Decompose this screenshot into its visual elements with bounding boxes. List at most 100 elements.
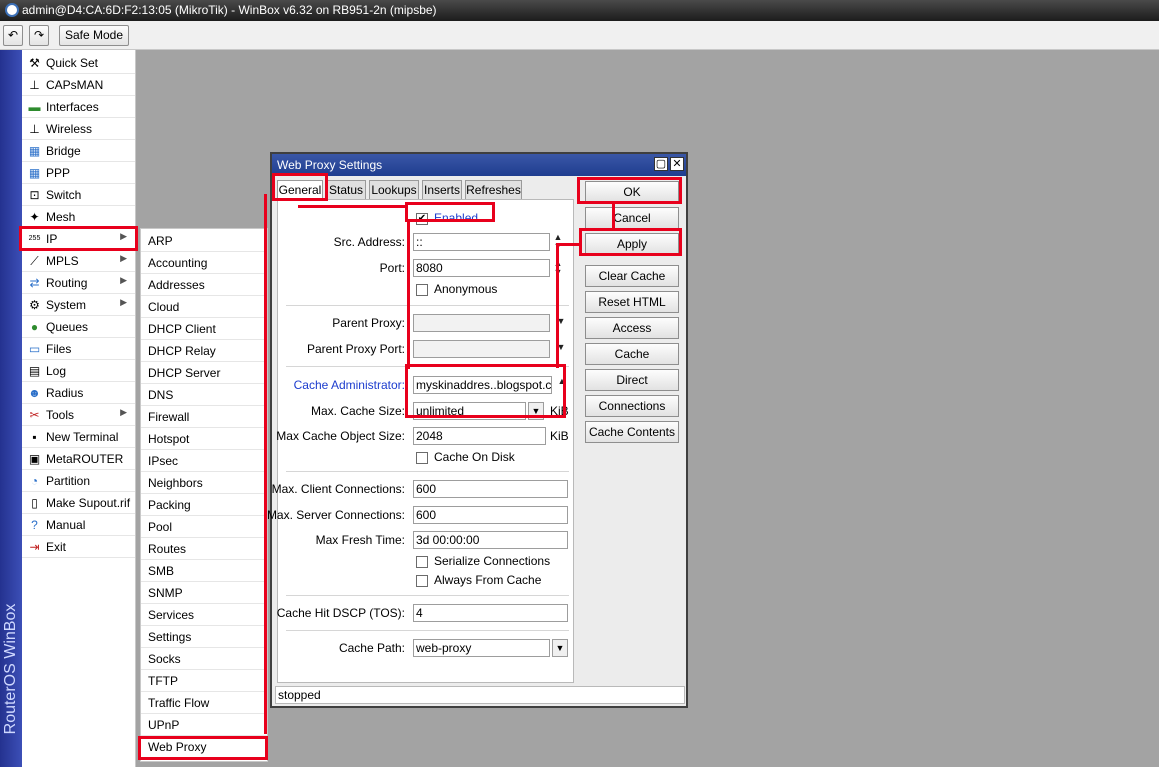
submenu-item-firewall[interactable]: Firewall [141, 406, 267, 428]
dropdown-icon: ▼ [555, 643, 565, 653]
annotation-box-ip [19, 226, 138, 251]
redo-button[interactable]: ↷ [29, 25, 49, 46]
safe-mode-button[interactable]: Safe Mode [59, 25, 129, 46]
menu-item-mpls[interactable]: ⟋ MPLS ▶ [22, 250, 135, 272]
serialize-connections-checkbox[interactable] [416, 556, 428, 568]
menu-item-interfaces[interactable]: ▬ Interfaces [22, 96, 135, 118]
submenu-arrow-icon: ▶ [120, 275, 127, 285]
submenu-item-dhcp-server[interactable]: DHCP Server [141, 362, 267, 384]
reset-html-button[interactable]: Reset HTML [585, 291, 679, 313]
menu-item-exit[interactable]: ⇥ Exit [22, 536, 135, 558]
menu-item-quick-set[interactable]: ⚒ Quick Set [22, 52, 135, 74]
clear-cache-button[interactable]: Clear Cache [585, 265, 679, 287]
cache-on-disk-checkbox[interactable] [416, 452, 428, 464]
max-fresh-time-input[interactable]: 3d 00:00:00 [413, 531, 568, 549]
connections-button[interactable]: Connections [585, 395, 679, 417]
max-server-connections-input[interactable]: 600 [413, 506, 568, 524]
src-address-label: Src. Address: [333, 235, 405, 249]
parent-proxy-input[interactable] [413, 314, 550, 332]
parent-proxy-port-label: Parent Proxy Port: [306, 342, 405, 356]
submenu-item-settings[interactable]: Settings [141, 626, 267, 648]
switch-icon: ⊡ [29, 188, 40, 202]
submenu-item-accounting[interactable]: Accounting [141, 252, 267, 274]
submenu-item-smb[interactable]: SMB [141, 560, 267, 582]
menu-item-system[interactable]: ⚙ System ▶ [22, 294, 135, 316]
menu-item-queues[interactable]: ● Queues [22, 316, 135, 338]
menu-item-switch[interactable]: ⊡ Switch [22, 184, 135, 206]
submenu-item-ipsec[interactable]: IPsec [141, 450, 267, 472]
menu-item-capsman[interactable]: ⊥ CAPsMAN [22, 74, 135, 96]
menu-item-wireless[interactable]: ⊥ Wireless [22, 118, 135, 140]
quick-set-icon: ⚒ [29, 56, 40, 70]
submenu-item-dhcp-client[interactable]: DHCP Client [141, 318, 267, 340]
menu-item-radius[interactable]: ☻ Radius [22, 382, 135, 404]
tab-refreshes[interactable]: Refreshes [465, 180, 522, 200]
menu-item-manual[interactable]: ? Manual [22, 514, 135, 536]
menu-item-files[interactable]: ▭ Files [22, 338, 135, 360]
max-client-connections-label: Max. Client Connections: [271, 482, 405, 496]
menu-item-mesh[interactable]: ✦ Mesh [22, 206, 135, 228]
port-input[interactable]: 8080 [413, 259, 550, 277]
cache-administrator-label: Cache Administrator: [293, 378, 405, 392]
menu-item-routing[interactable]: ⇄ Routing ▶ [22, 272, 135, 294]
submenu-item-dhcp-relay[interactable]: DHCP Relay [141, 340, 267, 362]
anonymous-checkbox[interactable] [416, 284, 428, 296]
submenu-item-upnp[interactable]: UPnP [141, 714, 267, 736]
menu-item-new-terminal[interactable]: ▪ New Terminal [22, 426, 135, 448]
always-from-cache-checkbox[interactable] [416, 575, 428, 587]
restore-icon[interactable]: ▢ [654, 157, 668, 171]
submenu-item-routes[interactable]: Routes [141, 538, 267, 560]
access-button[interactable]: Access [585, 317, 679, 339]
redo-icon: ↷ [33, 28, 45, 42]
cache-path-dropdown[interactable]: ▼ [552, 639, 568, 657]
tab-lookups[interactable]: Lookups [369, 180, 419, 200]
max-client-connections-input[interactable]: 600 [413, 480, 568, 498]
undo-icon: ↶ [7, 28, 19, 42]
separator [286, 305, 569, 306]
submenu-item-traffic-flow[interactable]: Traffic Flow [141, 692, 267, 714]
src-address-input[interactable]: :: [413, 233, 550, 251]
dialog-titlebar: Web Proxy Settings ▢ ✕ [272, 154, 686, 176]
annotation-line [298, 205, 406, 208]
cancel-button[interactable]: Cancel [585, 207, 679, 229]
menu-item-partition[interactable]: ◔ Partition [22, 470, 135, 492]
cache-button[interactable]: Cache [585, 343, 679, 365]
annotation-line [612, 203, 615, 228]
submenu-item-cloud[interactable]: Cloud [141, 296, 267, 318]
supout-icon: ▯ [31, 496, 38, 510]
max-cache-object-size-input[interactable]: 2048 [413, 427, 546, 445]
menu-item-log[interactable]: ▤ Log [22, 360, 135, 382]
undo-button[interactable]: ↶ [3, 25, 23, 46]
cache-hit-dscp-input[interactable]: 4 [413, 604, 568, 622]
submenu-item-services[interactable]: Services [141, 604, 267, 626]
parent-proxy-port-input[interactable] [413, 340, 550, 358]
submenu-item-pool[interactable]: Pool [141, 516, 267, 538]
submenu-item-addresses[interactable]: Addresses [141, 274, 267, 296]
wireless-icon: ⊥ [29, 122, 40, 136]
menu-item-tools[interactable]: ✂ Tools ▶ [22, 404, 135, 426]
menu-item-metarouter[interactable]: ▣ MetaROUTER [22, 448, 135, 470]
tools-icon: ✂ [29, 408, 40, 422]
always-from-cache-label: Always From Cache [434, 573, 542, 587]
submenu-item-arp[interactable]: ARP [141, 230, 267, 252]
menu-item-ppp[interactable]: ▦ PPP [22, 162, 135, 184]
direct-button[interactable]: Direct [585, 369, 679, 391]
annotation-line [264, 194, 267, 734]
cache-path-input[interactable]: web-proxy [413, 639, 550, 657]
tab-status[interactable]: Status [326, 180, 366, 200]
close-icon[interactable]: ✕ [670, 157, 684, 171]
status-bar: stopped [275, 686, 685, 704]
submenu-item-hotspot[interactable]: Hotspot [141, 428, 267, 450]
tab-inserts[interactable]: Inserts [422, 180, 462, 200]
menu-item-bridge[interactable]: ▦ Bridge [22, 140, 135, 162]
submenu-item-tftp[interactable]: TFTP [141, 670, 267, 692]
submenu-item-dns[interactable]: DNS [141, 384, 267, 406]
submenu-item-snmp[interactable]: SNMP [141, 582, 267, 604]
submenu-item-socks[interactable]: Socks [141, 648, 267, 670]
window-title: admin@D4:CA:6D:F2:13:05 (MikroTik) - Win… [22, 3, 437, 17]
menu-item-make-supout[interactable]: ▯ Make Supout.rif [22, 492, 135, 514]
serialize-connections-label: Serialize Connections [434, 554, 551, 568]
cache-contents-button[interactable]: Cache Contents [585, 421, 679, 443]
submenu-item-packing[interactable]: Packing [141, 494, 267, 516]
submenu-item-neighbors[interactable]: Neighbors [141, 472, 267, 494]
